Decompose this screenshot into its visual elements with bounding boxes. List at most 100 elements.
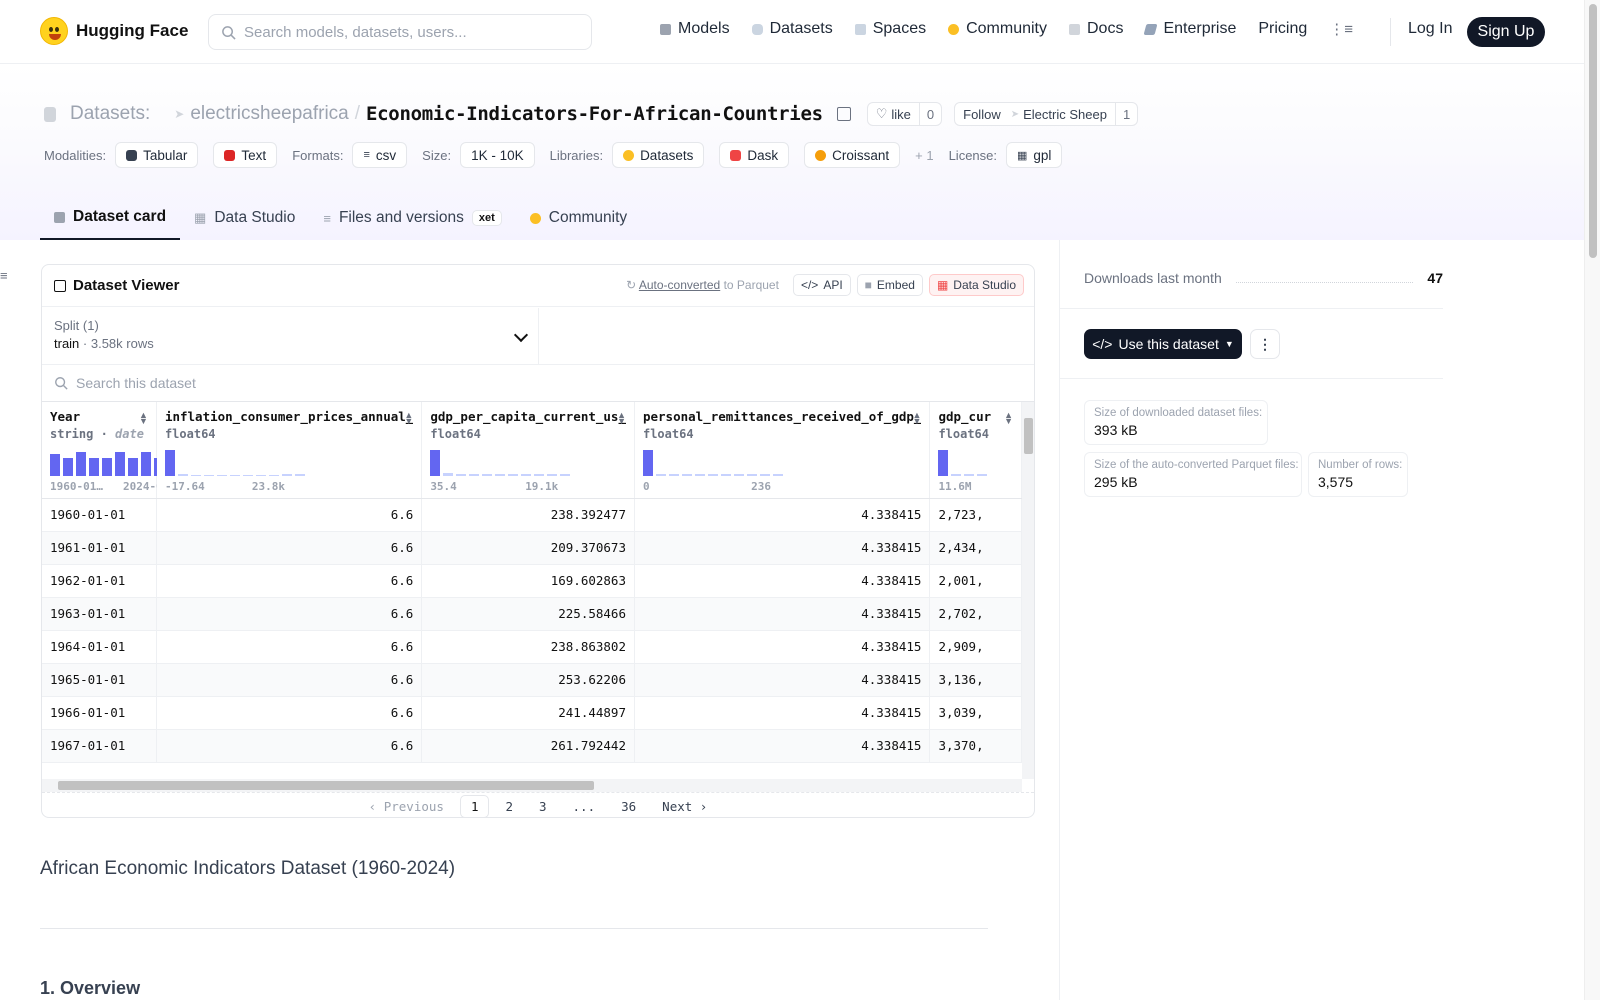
global-search[interactable] — [208, 14, 592, 50]
sort-icon[interactable]: ▲ ▼ — [617, 411, 626, 426]
tab-community[interactable]: Community — [516, 196, 641, 240]
page-scrollbar[interactable] — [1584, 0, 1600, 1000]
nav-spaces[interactable]: Spaces — [854, 20, 926, 38]
table-row[interactable]: 1967-01-01 6.6 261.792442 4.338415 3,370, — [42, 729, 1022, 763]
license-tag[interactable]: ▦ gpl — [1006, 142, 1063, 168]
api-button[interactable]: </> API — [792, 274, 851, 296]
xet-badge: xet — [471, 210, 502, 226]
card-heading: African Economic Indicators Dataset (196… — [40, 858, 456, 879]
copy-icon[interactable] — [836, 107, 851, 121]
row-count-label: Number of rows: — [1318, 459, 1403, 471]
histogram-bar — [720, 474, 731, 476]
library-croissant[interactable]: Croissant — [804, 142, 901, 168]
table-cell: 261.792442 — [421, 729, 635, 763]
page-button[interactable]: 2 — [495, 796, 523, 817]
brand-logo[interactable]: Hugging Face — [40, 17, 188, 45]
embed-button[interactable]: ■ Embed — [856, 274, 923, 296]
follow-org-name: Electric Sheep — [1023, 106, 1107, 122]
dataset-search[interactable] — [42, 364, 1034, 402]
nav-community[interactable]: Community — [948, 20, 1047, 38]
table-cell: 3,370, — [929, 729, 1022, 763]
table-cell: 1965-01-01 — [42, 663, 157, 697]
library-dask[interactable]: Dask — [719, 142, 790, 168]
format-csv[interactable]: ≡ csv — [352, 142, 408, 168]
column-header[interactable]: Year string · date ▲ ▼ 1960-01… 2024-01… — [42, 402, 177, 499]
divider — [40, 928, 988, 929]
nav-datasets[interactable]: Datasets — [751, 20, 833, 38]
login-link[interactable]: Log In — [1408, 20, 1452, 38]
table-row[interactable]: 1962-01-01 6.6 169.602863 4.338415 2,001, — [42, 564, 1022, 598]
column-header[interactable]: inflation_consumer_prices_annual_ float64… — [156, 402, 423, 499]
tab-data-studio[interactable]: ▦ Data Studio — [180, 196, 309, 240]
next-page-button[interactable]: Next › — [652, 796, 717, 817]
nav-pricing[interactable]: Pricing — [1258, 20, 1307, 38]
formats-label: Formats: — [292, 147, 344, 163]
more-libraries[interactable]: + 1 — [915, 148, 933, 163]
like-button[interactable]: ♡ like 0 — [866, 102, 943, 126]
table-cell: 4.338415 — [634, 531, 931, 565]
tab-community-label: Community — [548, 209, 628, 226]
more-options-icon[interactable]: ⋮ — [1250, 329, 1280, 359]
data-studio-button[interactable]: ▦ Data Studio — [928, 274, 1024, 296]
downloads-sparkline — [1235, 281, 1414, 283]
book-icon — [1069, 23, 1080, 35]
page-button[interactable]: 3 — [529, 796, 557, 817]
table-row[interactable]: 1960-01-01 6.6 238.392477 4.338415 2,723, — [42, 498, 1022, 532]
download-size-value: 393 kB — [1094, 422, 1138, 438]
follow-label: Follow — [963, 106, 1001, 122]
histogram-bar — [63, 458, 73, 476]
column-histogram[interactable] — [938, 450, 988, 476]
global-search-input[interactable] — [244, 23, 564, 41]
license-value: gpl — [1033, 147, 1052, 163]
column-header[interactable]: gdp_cur float64 ▲ ▼ 11.6M — [929, 402, 1022, 499]
nav-docs[interactable]: Docs — [1069, 20, 1123, 38]
prev-page-button[interactable]: ‹ Previous — [359, 796, 454, 817]
library-datasets[interactable]: Datasets — [612, 142, 705, 168]
page-button[interactable]: 36 — [611, 796, 646, 817]
column-histogram[interactable] — [430, 450, 571, 476]
modality-tabular[interactable]: Tabular — [115, 142, 199, 168]
table-row[interactable]: 1964-01-01 6.6 238.863802 4.338415 2,909, — [42, 630, 1022, 664]
column-header[interactable]: personal_remittances_received_of_gdp_ flo… — [634, 402, 931, 499]
auto-converted-link[interactable]: Auto-converted — [639, 278, 720, 292]
list-icon: ≡ — [363, 149, 370, 161]
column-histogram[interactable] — [642, 450, 783, 476]
table-row[interactable]: 1966-01-01 6.6 241.44897 4.338415 3,039, — [42, 696, 1022, 730]
signup-button[interactable]: Sign Up — [1467, 17, 1545, 47]
table-row[interactable]: 1963-01-01 6.6 225.58466 4.338415 2,702, — [42, 597, 1022, 631]
sort-icon[interactable]: ▲ ▼ — [404, 411, 413, 426]
repo-name-link[interactable]: Economic-Indicators-For-African-Countrie… — [366, 103, 823, 125]
toc-toggle-icon[interactable]: ≡ — [0, 268, 8, 283]
sort-icon[interactable]: ▲ ▼ — [1004, 411, 1013, 426]
vertical-scrollbar[interactable] — [1022, 402, 1034, 779]
column-header[interactable]: gdp_per_capita_current_us_ float64 ▲ ▼ 35.4 1… — [421, 402, 635, 499]
search-icon — [55, 377, 68, 390]
split-selector[interactable]: Split (1) train · 3.58k rows — [42, 308, 539, 364]
histogram-bar — [938, 450, 949, 476]
use-dataset-button[interactable]: </> Use this dataset ▼ — [1084, 329, 1242, 359]
size-tag[interactable]: 1K - 10K — [460, 142, 535, 168]
column-histogram[interactable] — [164, 450, 305, 476]
nav-models[interactable]: Models — [660, 20, 730, 38]
sort-icon[interactable]: ▲ ▼ — [913, 411, 922, 426]
dataset-search-input[interactable] — [76, 375, 676, 391]
histogram-bar — [190, 475, 201, 476]
table-row[interactable]: 1961-01-01 6.6 209.370673 4.338415 2,434, — [42, 531, 1022, 565]
modality-text[interactable]: Text — [213, 142, 278, 168]
tab-dataset-card[interactable]: Dataset card — [40, 196, 181, 240]
nav-enterprise[interactable]: Enterprise — [1143, 20, 1236, 38]
histogram-bar — [203, 475, 214, 476]
sort-icon[interactable]: ▲ ▼ — [139, 411, 148, 426]
page-button[interactable]: 1 — [459, 794, 490, 817]
histogram-bar — [229, 475, 240, 476]
repo-owner-link[interactable]: electricsheepafrica — [190, 103, 348, 125]
column-type: string · date — [50, 427, 144, 441]
follow-button[interactable]: Follow ➤ Electric Sheep 1 — [954, 102, 1139, 126]
tab-files-versions[interactable]: ≡ Files and versions xet — [309, 196, 515, 240]
size-label: Size: — [422, 147, 452, 163]
more-menu-icon[interactable]: ⋮≡ — [1329, 20, 1353, 38]
table-row[interactable]: 1965-01-01 6.6 253.62206 4.338415 3,136, — [42, 663, 1022, 697]
repo-type-label: Datasets: — [70, 103, 151, 124]
viewer-title: Dataset Viewer — [73, 277, 180, 294]
horizontal-scrollbar[interactable] — [42, 779, 1022, 792]
